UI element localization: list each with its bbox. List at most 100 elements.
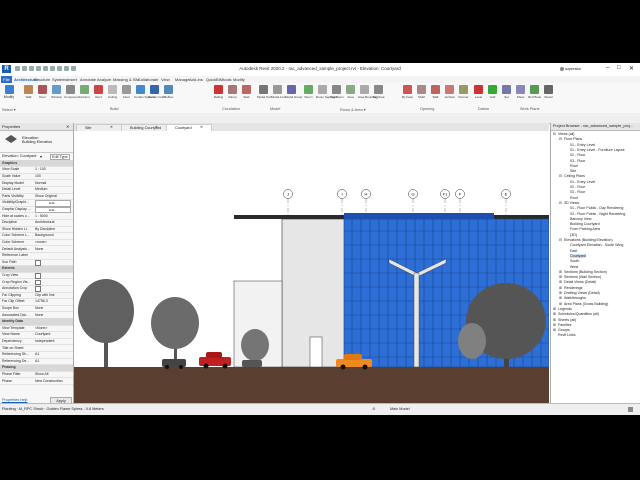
browser-item[interactable]: Families <box>558 323 571 327</box>
browser-item[interactable]: Renderings <box>564 286 582 290</box>
property-value[interactable]: None <box>35 247 43 251</box>
browser-item[interactable]: 03 - Floor <box>570 190 585 194</box>
build-tool-floor[interactable]: Floor <box>120 85 133 99</box>
room-tool-room[interactable]: Room <box>302 85 315 99</box>
filter-icon[interactable] <box>628 407 633 412</box>
ribbon-tab-modify[interactable]: Modify <box>233 77 245 82</box>
expand-icon[interactable]: ⊞ <box>559 291 562 295</box>
browser-item[interactable]: Elevations (Building Elevation) <box>564 238 613 242</box>
expand-icon[interactable]: ⊞ <box>559 286 562 290</box>
browser-item[interactable]: Detail Views (Detail) <box>564 280 596 284</box>
ribbon-tab-view[interactable]: View <box>161 77 170 82</box>
ribbon-tab-insert[interactable]: Insert <box>67 77 77 82</box>
circulation-tool-ramp[interactable]: Ramp <box>226 85 239 99</box>
panel-label-datum[interactable]: Datum <box>478 107 489 111</box>
build-tool-roof[interactable]: Roof <box>92 85 105 99</box>
browser-item[interactable]: 03 - Floor Public - Night Rendering <box>570 212 625 216</box>
ribbon-tab-annotate[interactable]: Annotate <box>80 77 96 82</box>
expand-icon[interactable]: ⊞ <box>559 275 562 279</box>
browser-item[interactable]: Groups <box>558 328 570 332</box>
browser-item[interactable]: West <box>570 265 578 269</box>
panel-label-work-plane[interactable]: Work Plane <box>520 107 540 111</box>
opening-tool-dormer[interactable]: Dormer <box>457 85 470 99</box>
expand-icon[interactable]: ⊞ <box>559 280 562 284</box>
circulation-tool-stair[interactable]: Stair <box>240 85 253 99</box>
browser-item[interactable]: 01 - Entry Level <box>570 180 595 184</box>
browser-item[interactable]: Courtyard Elevation - South Wing <box>570 243 623 247</box>
workplane-tool-set[interactable]: Set <box>500 85 513 99</box>
build-tool-mullion[interactable]: Mullion <box>162 85 175 99</box>
property-value[interactable]: <none> <box>35 240 47 244</box>
browser-item[interactable]: South <box>570 259 579 263</box>
browser-item[interactable]: Walkthroughs <box>564 296 586 300</box>
close-tab-icon[interactable]: ✕ <box>110 125 113 129</box>
close-tab-icon[interactable]: ✕ <box>155 125 158 129</box>
room-tool-room-separator[interactable]: Room Separator <box>316 85 338 99</box>
expand-icon[interactable]: ⊞ <box>553 328 556 332</box>
property-value[interactable]: 14756.3 <box>35 299 48 303</box>
properties-help-link[interactable]: Properties help <box>2 398 28 402</box>
browser-item[interactable]: Courtyard <box>570 253 586 258</box>
drawing-area[interactable]: Site ✕ Building Courtyard ✕ Courtyard ✕ JIHGF… <box>74 123 549 415</box>
browser-item[interactable]: Ceiling Plans <box>564 174 585 178</box>
build-tool-curtain-system[interactable]: Curtain System <box>134 85 155 99</box>
property-value[interactable]: 100 <box>35 174 41 178</box>
collapse-icon[interactable]: ⊟ <box>559 238 562 242</box>
properties-close-icon[interactable]: ✕ <box>66 124 69 129</box>
browser-item[interactable]: 02 - Floor <box>570 185 585 189</box>
browser-item[interactable]: Building Courtyard <box>570 222 600 226</box>
browser-item[interactable]: 02 - Floor <box>570 153 585 157</box>
ribbon-tab-structure[interactable]: Structure <box>34 77 50 82</box>
browser-item[interactable]: From Parking Area <box>570 227 600 231</box>
modify-tool[interactable]: Modify <box>2 85 16 99</box>
browser-item[interactable]: Sections (Building Section) <box>564 270 607 274</box>
browser-item[interactable]: Legends <box>558 307 572 311</box>
browser-item[interactable]: East <box>570 249 577 253</box>
browser-item[interactable]: Area Plans (Gross Building) <box>564 302 608 306</box>
active-model[interactable]: Main Model <box>390 407 410 411</box>
datum-tool-grid[interactable]: Grid <box>486 85 499 99</box>
browser-item[interactable]: Site <box>570 169 576 173</box>
browser-item[interactable]: Revit Links <box>558 333 576 337</box>
file-tab[interactable]: File <box>1 76 12 83</box>
build-tool-window[interactable]: Window <box>50 85 63 99</box>
workplane-tool-ref-plane[interactable]: Ref Plane <box>528 85 541 99</box>
collapse-icon[interactable]: ⊟ <box>559 174 562 178</box>
property-value[interactable]: 1 : 5000 <box>35 214 48 218</box>
property-value[interactable]: Clip with line <box>35 293 55 297</box>
expand-icon[interactable]: ⊞ <box>559 302 562 306</box>
room-tool-tag-area[interactable]: Tag Area <box>372 85 385 99</box>
ribbon-tab-analyze[interactable]: Analyze <box>97 77 111 82</box>
property-value[interactable]: Medium <box>35 187 47 191</box>
ribbon-tab-bimtools[interactable]: BIMtools <box>216 77 232 82</box>
ribbon-tab-massing-site[interactable]: Massing & Site <box>113 77 140 82</box>
model-tool-model-line[interactable]: Model Line <box>271 85 286 99</box>
property-value[interactable]: Show Original <box>35 194 57 198</box>
circulation-tool-railing[interactable]: Railing <box>212 85 225 99</box>
browser-item[interactable]: Floor Plans <box>564 137 582 141</box>
ribbon-tab-quick[interactable]: Quick <box>206 77 216 82</box>
model-tool-model-group[interactable]: Model Group <box>285 85 302 99</box>
close-tab-icon[interactable]: ✕ <box>200 125 203 129</box>
expand-icon[interactable]: ⊞ <box>553 318 556 322</box>
expand-icon[interactable]: ⊞ <box>553 323 556 327</box>
build-tool-column[interactable]: Column <box>78 85 91 99</box>
ribbon-tab-systems[interactable]: Systems <box>52 77 67 82</box>
browser-item[interactable]: 01 - Entry Level <box>570 143 595 147</box>
expand-icon[interactable]: ⊞ <box>553 307 556 311</box>
browser-item[interactable]: Views (all) <box>558 132 575 136</box>
panel-label-build[interactable]: Build <box>110 107 118 111</box>
browser-item[interactable]: 3D Views <box>564 201 579 205</box>
collapse-icon[interactable]: ⊟ <box>559 137 562 141</box>
collapse-icon[interactable]: ⊟ <box>559 201 562 205</box>
browser-item[interactable]: 01 - Floor Public - Day Rendering <box>570 206 623 210</box>
type-selector[interactable]: Elevation Building Elevation <box>0 130 73 153</box>
workplane-tool-show[interactable]: Show <box>514 85 527 99</box>
property-value[interactable]: By Discipline <box>35 227 55 231</box>
property-value[interactable]: A1 <box>35 359 39 363</box>
property-value[interactable]: Independent <box>35 339 54 343</box>
browser-item[interactable]: 03 - Floor <box>570 159 585 163</box>
minimize-button[interactable]: – <box>606 65 609 71</box>
property-value[interactable]: None <box>35 313 43 317</box>
property-value[interactable]: Courtyard <box>35 332 50 336</box>
